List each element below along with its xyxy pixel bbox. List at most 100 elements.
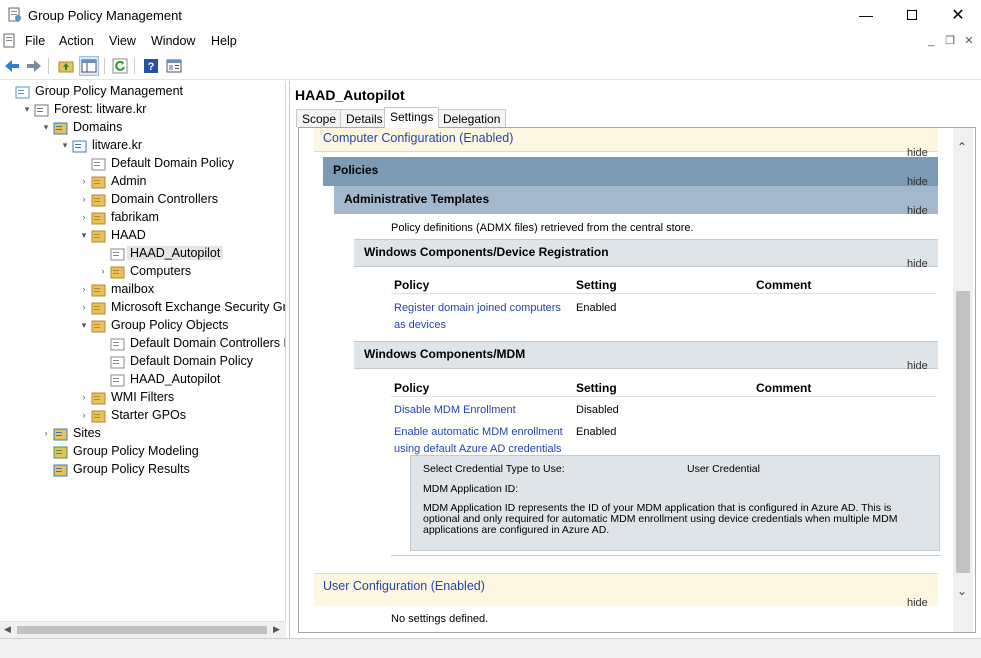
administrative-templates-band: Administrative Templates [334,186,938,214]
tree-item[interactable]: Group Policy Modeling [0,443,285,461]
menu-action[interactable]: Action [59,34,94,48]
expand-chevron-icon[interactable]: › [79,282,89,296]
tree-item[interactable]: ▾ Group Policy Objects [0,317,285,335]
tree-item-label: Group Policy Objects [111,318,229,332]
settings-report: Computer Configuration (Enabled) hide Po… [298,127,976,633]
menu-window[interactable]: Window [151,34,195,48]
mdm-title: Windows Components/MDM [364,347,526,361]
maximize-button[interactable] [889,0,935,30]
show-hide-tree-button[interactable] [79,56,99,76]
close-icon: ✕ [951,7,965,24]
close-button[interactable]: ✕ [935,0,981,30]
policy-link-line: Register domain joined computers [394,302,561,314]
scroll-up-icon[interactable]: ⌃ [957,140,967,154]
policy-link-register-domain-joined[interactable]: Register domain joined computers as devi… [394,300,561,334]
expand-chevron-icon[interactable]: › [98,264,108,278]
policy-link-enable-automatic-mdm[interactable]: Enable automatic MDM enrollment using de… [394,424,563,458]
tree-item[interactable]: Default Domain Policy [0,353,285,371]
scrollbar-thumb[interactable] [956,291,970,573]
scroll-left-icon[interactable]: ◀ [4,624,11,635]
app-id-description: MDM Application ID represents the ID of … [423,503,897,536]
collapse-chevron-icon[interactable]: ▾ [22,102,32,116]
tree-item-label: fabrikam [111,210,159,224]
tree-item-label: HAAD [111,228,146,242]
mdi-close-button[interactable]: ✕ [960,33,978,49]
device-registration-band: Windows Components/Device Registration [354,239,938,267]
tree-item[interactable]: ▾ Forest: litware.kr [0,101,285,119]
scroll-down-icon[interactable]: ⌄ [957,584,967,598]
tree-item-label: Sites [73,426,101,440]
tree-item[interactable]: Default Domain Controllers Pol [0,335,285,353]
tree-item-label: Domain Controllers [111,192,218,206]
ou-folder-icon [91,284,106,297]
refresh-button[interactable] [110,56,130,76]
mdi-child-icon[interactable] [3,33,17,48]
mdi-restore-button[interactable]: ❐ [941,33,959,49]
policy-link-disable-mdm-enrollment[interactable]: Disable MDM Enrollment [394,402,516,419]
report-vertical-scrollbar[interactable]: ⌃ ⌄ [953,128,973,632]
tree-item[interactable]: ▾ HAAD [0,227,285,245]
column-header-setting: Setting [576,381,617,395]
svg-text:?: ? [148,61,155,73]
collapse-chevron-icon[interactable]: ▾ [60,138,70,152]
up-button[interactable] [56,56,76,76]
menu-help[interactable]: Help [211,34,237,48]
tab-settings[interactable]: Settings [384,107,440,128]
modeling-icon [53,446,68,459]
hide-link[interactable]: hide [907,597,928,609]
tree-item[interactable]: ▾ litware.kr [0,137,285,155]
menu-view[interactable]: View [109,34,136,48]
hide-link[interactable]: hide [907,360,928,372]
header-divider [391,293,936,294]
expand-chevron-icon[interactable]: › [79,408,89,422]
description-line: applications are configured in Azure AD. [423,524,610,536]
tree-item[interactable]: › fabrikam [0,209,285,227]
tree-item[interactable]: Group Policy Management [0,83,285,101]
tree-item[interactable]: HAAD_Autopilot [0,245,285,263]
menu-bar: File Action View Window Help [0,30,981,52]
tab-scope[interactable]: Scope [296,109,343,127]
back-button[interactable] [2,56,22,76]
minimize-button[interactable]: — [843,0,889,30]
expand-chevron-icon[interactable]: › [79,390,89,404]
scrollbar-thumb[interactable] [17,626,267,634]
mdi-minimize-button[interactable]: _ [922,33,940,49]
admx-note: Policy definitions (ADMX files) retrieve… [391,222,694,234]
scroll-right-icon[interactable]: ▶ [273,624,280,635]
column-header-comment: Comment [756,381,812,395]
tab-delegation[interactable]: Delegation [437,109,507,127]
gpo-icon [110,356,125,369]
ou-folder-icon [91,212,106,225]
expand-chevron-icon[interactable]: › [79,192,89,206]
collapse-chevron-icon[interactable]: ▾ [41,120,51,134]
hide-link[interactable]: hide [907,205,928,217]
tree-item[interactable]: HAAD_Autopilot [0,371,285,389]
tree-item[interactable]: › mailbox [0,281,285,299]
console-tree: Group Policy Management ▾ Forest: litware.… [0,81,286,638]
expand-chevron-icon[interactable]: › [79,300,89,314]
expand-chevron-icon[interactable]: › [79,210,89,224]
tree-item[interactable]: ▾ Domains [0,119,285,137]
tree-item[interactable]: › Starter GPOs [0,407,285,425]
tree-item[interactable]: Group Policy Results [0,461,285,479]
expand-chevron-icon[interactable]: › [79,174,89,188]
menu-file[interactable]: File [25,34,45,48]
expand-chevron-icon[interactable]: › [41,426,51,440]
properties-button[interactable] [164,56,184,76]
collapse-chevron-icon[interactable]: ▾ [79,318,89,332]
tab-details[interactable]: Details [340,109,389,127]
forward-button[interactable] [24,56,44,76]
user-configuration-header: User Configuration (Enabled) [314,573,938,606]
setting-value: Enabled [576,426,617,438]
tree-item[interactable]: Default Domain Policy [0,155,285,173]
tree-item[interactable]: › Admin [0,173,285,191]
tree-item[interactable]: › Sites [0,425,285,443]
tree-horizontal-scrollbar[interactable]: ◀ ▶ [0,621,286,638]
tree-item[interactable]: › WMI Filters [0,389,285,407]
collapse-chevron-icon[interactable]: ▾ [79,228,89,242]
hide-link[interactable]: hide [907,258,928,270]
help-button[interactable]: ? [141,56,161,76]
tree-item[interactable]: › Domain Controllers [0,191,285,209]
tree-item[interactable]: › Microsoft Exchange Security Group [0,299,285,317]
tree-item[interactable]: › Computers [0,263,285,281]
